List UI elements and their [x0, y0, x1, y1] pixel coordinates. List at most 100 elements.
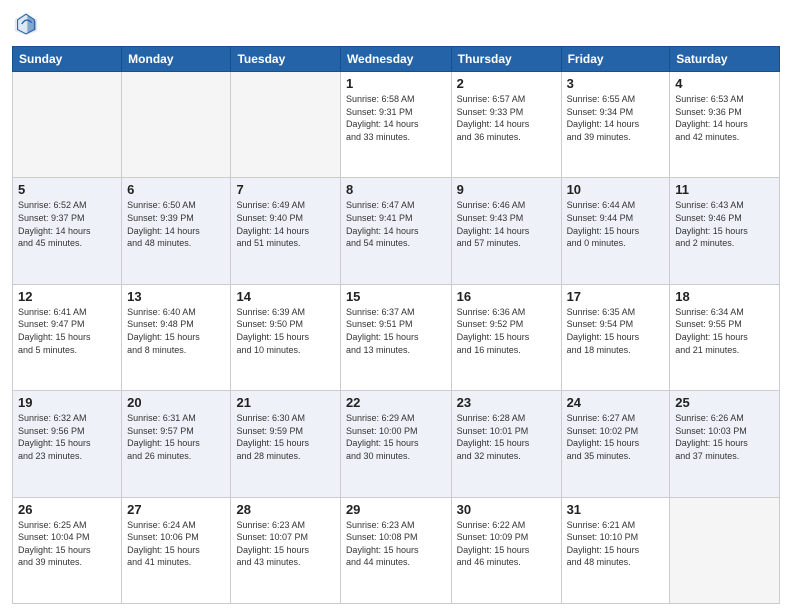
day-cell: 3Sunrise: 6:55 AM Sunset: 9:34 PM Daylig…	[561, 72, 670, 178]
day-number: 30	[457, 502, 556, 517]
day-info: Sunrise: 6:39 AM Sunset: 9:50 PM Dayligh…	[236, 306, 334, 356]
day-info: Sunrise: 6:26 AM Sunset: 10:03 PM Daylig…	[675, 412, 774, 462]
day-cell: 28 Sunrise: 6:23 AM Sunset: 10:07 PM Dayl…	[231, 497, 340, 603]
day-info: Sunrise: 6:47 AM Sunset: 9:41 PM Dayligh…	[346, 199, 446, 249]
day-info: Sunrise: 6:31 AM Sunset: 9:57 PM Dayligh…	[127, 412, 225, 462]
week-row-3: 12Sunrise: 6:41 AM Sunset: 9:47 PM Dayli…	[13, 284, 780, 390]
day-number: 25	[675, 395, 774, 410]
day-info: Sunrise: 6:28 AM Sunset: 10:01 PM Daylig…	[457, 412, 556, 462]
day-info: Sunrise: 6:21 AM Sunset: 10:10 PM Daylig…	[567, 519, 665, 569]
day-cell	[122, 72, 231, 178]
day-cell	[670, 497, 780, 603]
day-info: Sunrise: 6:53 AM Sunset: 9:36 PM Dayligh…	[675, 93, 774, 143]
day-info: Sunrise: 6:30 AM Sunset: 9:59 PM Dayligh…	[236, 412, 334, 462]
day-cell: 12Sunrise: 6:41 AM Sunset: 9:47 PM Dayli…	[13, 284, 122, 390]
weekday-header-saturday: Saturday	[670, 47, 780, 72]
day-cell: 21 Sunrise: 6:30 AM Sunset: 9:59 PM Dayli…	[231, 391, 340, 497]
day-number: 17	[567, 289, 665, 304]
weekday-header-friday: Friday	[561, 47, 670, 72]
day-cell: 14 Sunrise: 6:39 AM Sunset: 9:50 PM Dayli…	[231, 284, 340, 390]
day-number: 2	[457, 76, 556, 91]
day-cell: 26 Sunrise: 6:25 AM Sunset: 10:04 PM Dayl…	[13, 497, 122, 603]
calendar: SundayMondayTuesdayWednesdayThursdayFrid…	[12, 46, 780, 604]
day-info: Sunrise: 6:58 AM Sunset: 9:31 PM Dayligh…	[346, 93, 446, 143]
day-info: Sunrise: 6:36 AM Sunset: 9:52 PM Dayligh…	[457, 306, 556, 356]
day-cell: 13 Sunrise: 6:40 AM Sunset: 9:48 PM Dayli…	[122, 284, 231, 390]
day-number: 24	[567, 395, 665, 410]
day-number: 18	[675, 289, 774, 304]
day-number: 9	[457, 182, 556, 197]
header	[12, 10, 780, 38]
day-number: 5	[18, 182, 116, 197]
day-cell: 29 Sunrise: 6:23 AM Sunset: 10:08 PM Dayl…	[340, 497, 451, 603]
day-number: 1	[346, 76, 446, 91]
day-cell: 24 Sunrise: 6:27 AM Sunset: 10:02 PM Dayl…	[561, 391, 670, 497]
day-cell: 5Sunrise: 6:52 AM Sunset: 9:37 PM Daylig…	[13, 178, 122, 284]
week-row-4: 19Sunrise: 6:32 AM Sunset: 9:56 PM Dayli…	[13, 391, 780, 497]
day-info: Sunrise: 6:43 AM Sunset: 9:46 PM Dayligh…	[675, 199, 774, 249]
day-cell: 15Sunrise: 6:37 AM Sunset: 9:51 PM Dayli…	[340, 284, 451, 390]
day-cell: 22Sunrise: 6:29 AM Sunset: 10:00 PM Dayl…	[340, 391, 451, 497]
day-info: Sunrise: 6:23 AM Sunset: 10:08 PM Daylig…	[346, 519, 446, 569]
day-cell	[231, 72, 340, 178]
day-number: 26	[18, 502, 116, 517]
day-info: Sunrise: 6:41 AM Sunset: 9:47 PM Dayligh…	[18, 306, 116, 356]
day-number: 20	[127, 395, 225, 410]
day-number: 11	[675, 182, 774, 197]
week-row-5: 26 Sunrise: 6:25 AM Sunset: 10:04 PM Dayl…	[13, 497, 780, 603]
day-cell: 19Sunrise: 6:32 AM Sunset: 9:56 PM Dayli…	[13, 391, 122, 497]
day-cell: 8Sunrise: 6:47 AM Sunset: 9:41 PM Daylig…	[340, 178, 451, 284]
day-number: 23	[457, 395, 556, 410]
page: SundayMondayTuesdayWednesdayThursdayFrid…	[0, 0, 792, 612]
day-cell: 25 Sunrise: 6:26 AM Sunset: 10:03 PM Dayl…	[670, 391, 780, 497]
day-cell: 4 Sunrise: 6:53 AM Sunset: 9:36 PM Daylig…	[670, 72, 780, 178]
day-info: Sunrise: 6:44 AM Sunset: 9:44 PM Dayligh…	[567, 199, 665, 249]
day-number: 3	[567, 76, 665, 91]
week-row-1: 1 Sunrise: 6:58 AM Sunset: 9:31 PM Daylig…	[13, 72, 780, 178]
weekday-header-wednesday: Wednesday	[340, 47, 451, 72]
day-cell: 18 Sunrise: 6:34 AM Sunset: 9:55 PM Dayli…	[670, 284, 780, 390]
weekday-header-monday: Monday	[122, 47, 231, 72]
day-cell: 7Sunrise: 6:49 AM Sunset: 9:40 PM Daylig…	[231, 178, 340, 284]
day-number: 15	[346, 289, 446, 304]
day-number: 6	[127, 182, 225, 197]
week-row-2: 5Sunrise: 6:52 AM Sunset: 9:37 PM Daylig…	[13, 178, 780, 284]
day-cell: 10 Sunrise: 6:44 AM Sunset: 9:44 PM Dayli…	[561, 178, 670, 284]
day-number: 28	[236, 502, 334, 517]
day-info: Sunrise: 6:40 AM Sunset: 9:48 PM Dayligh…	[127, 306, 225, 356]
day-info: Sunrise: 6:25 AM Sunset: 10:04 PM Daylig…	[18, 519, 116, 569]
day-number: 31	[567, 502, 665, 517]
day-info: Sunrise: 6:35 AM Sunset: 9:54 PM Dayligh…	[567, 306, 665, 356]
day-number: 16	[457, 289, 556, 304]
day-info: Sunrise: 6:46 AM Sunset: 9:43 PM Dayligh…	[457, 199, 556, 249]
logo-icon	[12, 10, 40, 38]
day-cell: 16 Sunrise: 6:36 AM Sunset: 9:52 PM Dayli…	[451, 284, 561, 390]
day-number: 27	[127, 502, 225, 517]
day-number: 21	[236, 395, 334, 410]
day-info: Sunrise: 6:24 AM Sunset: 10:06 PM Daylig…	[127, 519, 225, 569]
weekday-header-row: SundayMondayTuesdayWednesdayThursdayFrid…	[13, 47, 780, 72]
day-number: 22	[346, 395, 446, 410]
day-cell: 11 Sunrise: 6:43 AM Sunset: 9:46 PM Dayli…	[670, 178, 780, 284]
logo	[12, 10, 44, 38]
weekday-header-sunday: Sunday	[13, 47, 122, 72]
day-number: 4	[675, 76, 774, 91]
day-cell: 2 Sunrise: 6:57 AM Sunset: 9:33 PM Daylig…	[451, 72, 561, 178]
day-number: 7	[236, 182, 334, 197]
day-info: Sunrise: 6:57 AM Sunset: 9:33 PM Dayligh…	[457, 93, 556, 143]
day-number: 10	[567, 182, 665, 197]
day-info: Sunrise: 6:27 AM Sunset: 10:02 PM Daylig…	[567, 412, 665, 462]
day-number: 19	[18, 395, 116, 410]
day-cell: 20 Sunrise: 6:31 AM Sunset: 9:57 PM Dayli…	[122, 391, 231, 497]
day-cell: 30Sunrise: 6:22 AM Sunset: 10:09 PM Dayl…	[451, 497, 561, 603]
weekday-header-tuesday: Tuesday	[231, 47, 340, 72]
day-info: Sunrise: 6:23 AM Sunset: 10:07 PM Daylig…	[236, 519, 334, 569]
day-cell: 9 Sunrise: 6:46 AM Sunset: 9:43 PM Daylig…	[451, 178, 561, 284]
day-number: 29	[346, 502, 446, 517]
day-info: Sunrise: 6:34 AM Sunset: 9:55 PM Dayligh…	[675, 306, 774, 356]
day-info: Sunrise: 6:50 AM Sunset: 9:39 PM Dayligh…	[127, 199, 225, 249]
day-cell	[13, 72, 122, 178]
day-cell: 23 Sunrise: 6:28 AM Sunset: 10:01 PM Dayl…	[451, 391, 561, 497]
day-number: 13	[127, 289, 225, 304]
day-number: 14	[236, 289, 334, 304]
